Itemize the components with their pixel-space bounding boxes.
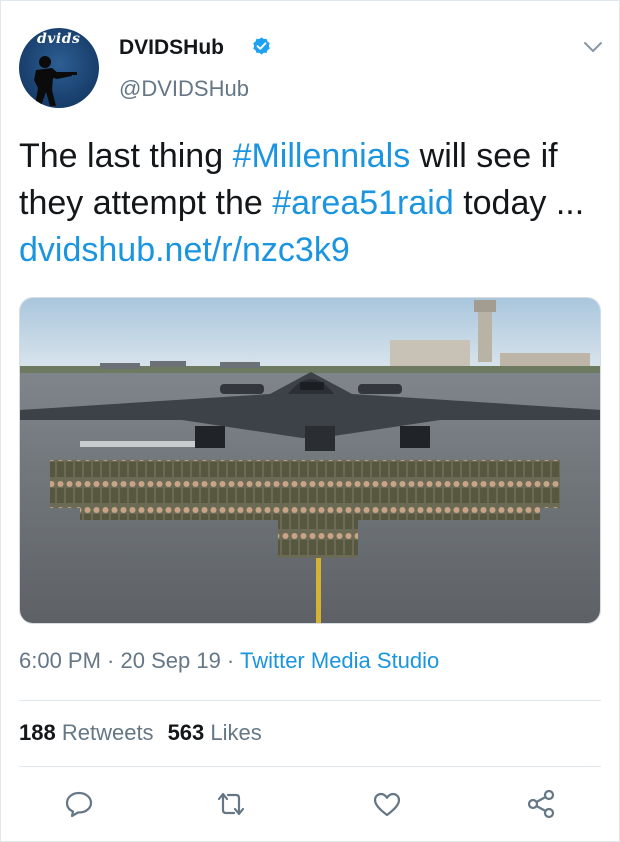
retweets-count: 188 [19,720,56,745]
likes-label: Likes [210,720,262,745]
soldier-silhouette-icon [34,56,77,106]
like-icon[interactable] [371,788,403,820]
divider [19,766,601,767]
share-icon[interactable] [525,788,557,820]
chevron-down-icon[interactable] [583,40,603,54]
retweet-icon[interactable] [215,788,247,820]
retweets-label: Retweets [61,720,154,745]
tweet-date[interactable]: 20 Sep 19 [121,648,221,673]
tweet-media-image[interactable] [19,297,601,624]
avatar[interactable]: dvids [19,28,99,108]
retweets-stat[interactable]: 188 Retweets [19,720,154,745]
divider [19,700,601,701]
tweet-source-link[interactable]: Twitter Media Studio [240,648,439,673]
tweet-text-part: The last thing [19,137,233,175]
likes-count: 563 [167,720,205,745]
author-name[interactable]: DVIDSHub [119,36,224,60]
hashtag-millennials[interactable]: #Millennials [233,137,411,175]
tweet-stats: 188 Retweets 563 Likes [19,720,262,746]
hashtag-area51raid[interactable]: #area51raid [272,184,453,222]
meta-separator: · [100,648,121,673]
tweet-time[interactable]: 6:00 PM [19,648,101,673]
tweet-link[interactable]: dvidshub.net/r/nzc3k9 [19,231,350,269]
tweet-text-part: today ... [453,184,585,222]
likes-stat[interactable]: 563 Likes [168,720,262,745]
meta-separator: · [220,648,240,673]
reply-icon[interactable] [63,788,95,820]
stealth-bomber-photo [20,298,600,623]
tweet-timestamp: 6:00 PM · 20 Sep 19 · Twitter Media Stud… [19,648,439,674]
verified-badge-icon [253,37,270,55]
author-handle[interactable]: @DVIDSHub [119,76,249,102]
tweet-text: The last thing #Millennials will see if … [19,133,609,274]
